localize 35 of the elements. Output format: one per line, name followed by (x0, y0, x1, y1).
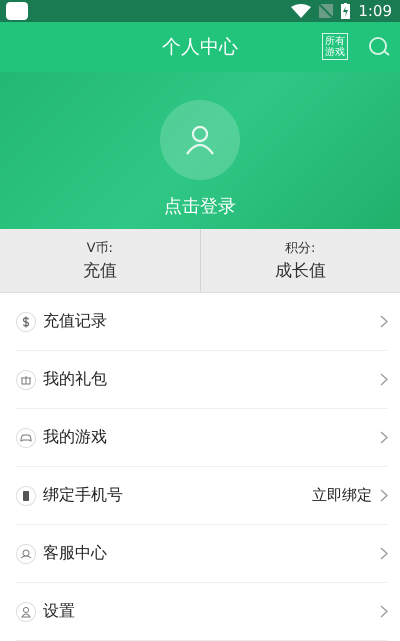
user-icon (184, 124, 216, 156)
menu-label: 绑定手机号 (43, 485, 124, 506)
clock: 1:09 (358, 2, 392, 20)
menu-label: 我的游戏 (43, 427, 108, 448)
menu-label: 设置 (43, 601, 76, 622)
menu-label: 我的礼包 (43, 369, 108, 390)
person-icon (16, 602, 36, 622)
chevron-icon (380, 431, 388, 444)
chevron-icon (380, 373, 388, 386)
chevron-icon (380, 605, 388, 618)
wifi-icon (291, 4, 312, 18)
dollar-icon (16, 312, 36, 332)
menu-label: 充值记录 (43, 311, 108, 332)
stat-label: 积分: (285, 240, 316, 257)
menu-item[interactable]: 客服中心 (16, 525, 388, 583)
chevron-icon (380, 315, 388, 328)
bind-link[interactable]: 立即绑定 (312, 486, 372, 505)
chevron-icon (380, 489, 388, 502)
phone-icon (16, 486, 36, 506)
gift-icon (16, 370, 36, 390)
search-icon[interactable] (368, 36, 390, 58)
menu-item[interactable]: 我的礼包 (16, 351, 388, 409)
menu-item[interactable]: 绑定手机号 立即绑定 (16, 467, 388, 525)
menu-item[interactable]: 设置 (16, 583, 388, 641)
stat-label: V币: (86, 240, 113, 257)
page-title: 个人中心 (162, 34, 238, 60)
battery-icon (341, 3, 350, 19)
chevron-icon (380, 547, 388, 560)
app-icon (6, 2, 28, 20)
stat-value[interactable]: 成长值 (274, 258, 326, 282)
signal-icon (319, 4, 334, 18)
menu-item[interactable]: 充值记录 (16, 293, 388, 351)
stat-value[interactable]: 充值 (82, 258, 117, 282)
menu-label: 客服中心 (43, 543, 108, 564)
menu-item[interactable]: 我的游戏 (16, 409, 388, 467)
